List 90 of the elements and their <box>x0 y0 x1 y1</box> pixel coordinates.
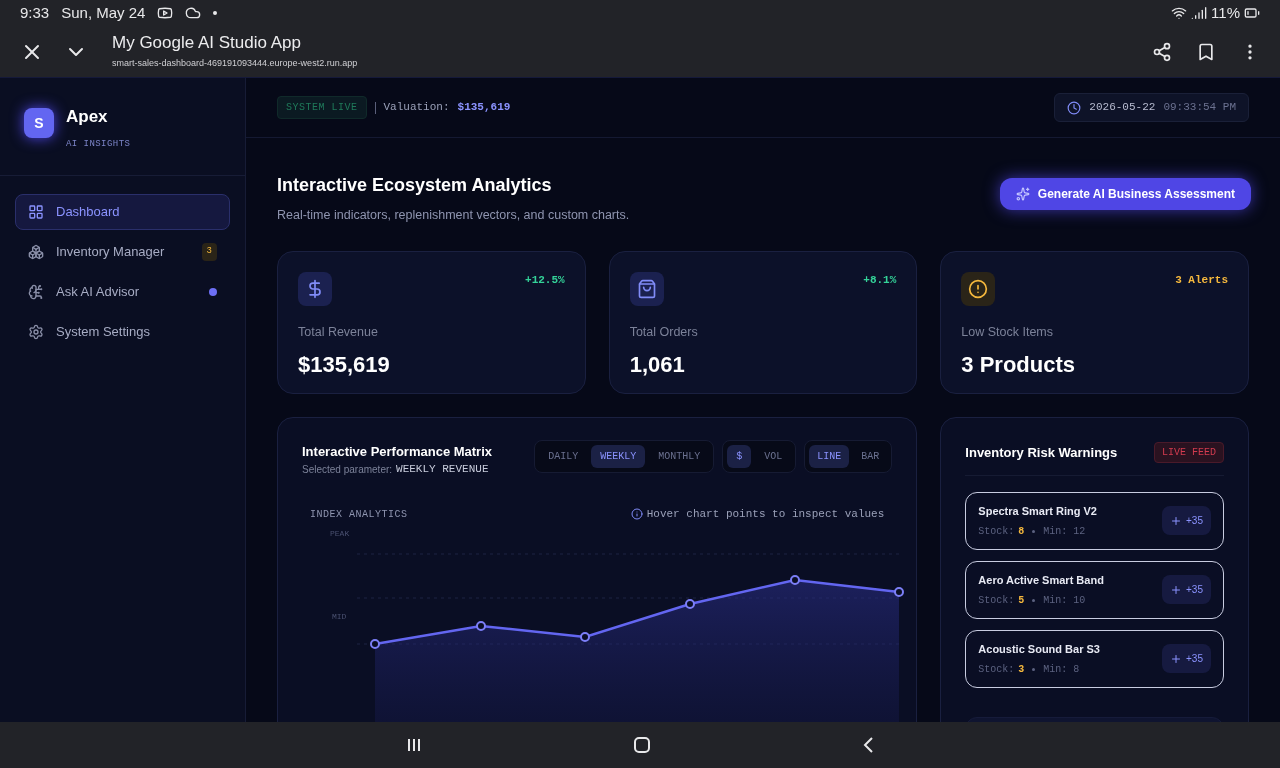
axis-label: MID <box>332 611 347 624</box>
status-time: 9:33 <box>20 2 50 23</box>
restock-button[interactable]: +35 <box>1162 644 1211 674</box>
data-point[interactable] <box>476 621 486 632</box>
battery-icon <box>1244 5 1260 21</box>
plus-icon <box>1170 583 1182 596</box>
home-icon[interactable] <box>633 736 651 754</box>
valuation-label: Valuation: <box>383 100 450 116</box>
share-icon[interactable] <box>1152 41 1172 62</box>
panel-title: Interactive Performance Matrix <box>302 442 493 461</box>
signal-icon <box>1191 5 1208 21</box>
axis-label: PEAK <box>330 528 350 541</box>
stock-label: Stock: <box>978 663 1015 677</box>
status-badge: SYSTEM LIVE <box>277 96 367 119</box>
battery-level: 11% <box>1211 2 1240 23</box>
restock-button[interactable]: +35 <box>1162 575 1211 605</box>
back-icon[interactable] <box>862 736 875 754</box>
cloud-icon <box>185 5 202 21</box>
data-point[interactable] <box>580 632 590 643</box>
info-icon <box>630 508 643 520</box>
change-text: 3 Alerts <box>1175 272 1228 288</box>
clock-icon <box>1067 100 1082 115</box>
product-name: Acoustic Sound Bar S3 <box>978 641 1101 657</box>
parameter-value: WEEKLY REVENUE <box>396 462 489 478</box>
logo-badge: S <box>24 108 54 138</box>
toggle-option[interactable]: $ <box>727 444 752 468</box>
recent-apps-icon[interactable] <box>405 737 422 753</box>
toggle-option[interactable]: BAR <box>853 444 888 468</box>
sidebar-item[interactable]: Inventory Manager 3 <box>15 234 230 270</box>
stat-value: $135,619 <box>298 350 391 379</box>
product-name: Spectra Smart Ring V2 <box>978 503 1098 519</box>
toggle-option[interactable]: VOL <box>755 444 792 468</box>
parameter-label: Selected parameter: <box>302 463 393 477</box>
change-text: +12.5% <box>525 272 565 288</box>
stat-value: 3 Products <box>961 350 1077 379</box>
data-point[interactable] <box>790 575 800 586</box>
data-point[interactable] <box>894 587 904 598</box>
toggle-option[interactable]: MONTHLY <box>649 444 710 468</box>
restock-button[interactable]: +35 <box>1162 506 1211 536</box>
product-name: Aero Active Smart Band <box>978 572 1105 588</box>
change-text: +8.1% <box>863 272 897 288</box>
settings-icon <box>28 324 44 340</box>
data-point[interactable] <box>370 639 380 650</box>
boxes-icon <box>28 244 44 260</box>
stock-label: Stock: <box>978 525 1015 539</box>
section-title: Interactive Ecosystem Analytics <box>277 174 553 197</box>
stock-value: 5 <box>1018 594 1025 608</box>
count-badge: 3 <box>201 243 217 261</box>
stat-label: Low Stock Items <box>961 323 1055 341</box>
wifi-icon <box>1171 5 1188 21</box>
sidebar-item[interactable]: Ask AI Advisor <box>15 274 230 310</box>
section-subtitle: Real-time indicators, replenishment vectors, and custom charts. <box>277 207 630 224</box>
valuation-value: $135,619 <box>457 100 511 116</box>
minimum-text: Min: 8 <box>1043 663 1080 677</box>
minimum-text: Min: 10 <box>1043 594 1086 608</box>
sidebar-item[interactable]: Dashboard <box>15 194 230 230</box>
time-text: 09:33:54 PM <box>1163 100 1236 116</box>
chart-caption: INDEX ANALYTICS <box>310 507 408 522</box>
status-date: Sun, May 24 <box>61 2 146 23</box>
stock-label: Stock: <box>978 594 1015 608</box>
divider-bar <box>374 101 376 114</box>
grid-icon <box>28 204 44 220</box>
stock-value: 3 <box>1018 663 1025 677</box>
toggle-option[interactable]: LINE <box>809 444 850 468</box>
page-title: My Google AI Studio App <box>112 32 302 53</box>
alert-icon <box>968 278 989 299</box>
panel-title: Inventory Risk Warnings <box>965 443 1118 462</box>
chart-hint: Hover chart points to inspect values <box>646 506 885 522</box>
stat-label: Total Revenue <box>298 323 379 341</box>
video-icon <box>157 5 174 21</box>
bookmark-icon[interactable] <box>1196 41 1216 62</box>
toggle-option[interactable]: WEEKLY <box>591 444 646 468</box>
generate-button[interactable]: Generate AI Business Assessment <box>999 178 1251 210</box>
sparkles-icon <box>1015 187 1030 201</box>
live-badge: LIVE FEED <box>1153 441 1224 463</box>
minimum-text: Min: 12 <box>1043 525 1086 539</box>
brain-icon <box>28 284 44 300</box>
sidebar-item[interactable]: System Settings <box>15 314 230 350</box>
shopping-bag-icon <box>636 278 657 299</box>
page-url: smart-sales-dashboard-469191093444.europe-west2.run.app <box>112 56 358 70</box>
date-text: 2026-05-22 <box>1089 100 1156 116</box>
stat-label: Total Orders <box>629 323 699 341</box>
stat-value: 1,061 <box>629 350 686 379</box>
plus-icon <box>1170 514 1182 527</box>
plus-icon <box>1170 652 1182 665</box>
toggle-option[interactable]: DAILY <box>539 444 588 468</box>
stock-value: 8 <box>1018 525 1025 539</box>
brand-tagline: AI INSIGHTS <box>66 137 131 151</box>
brand-name: Apex <box>66 106 109 128</box>
data-point[interactable] <box>685 599 695 610</box>
